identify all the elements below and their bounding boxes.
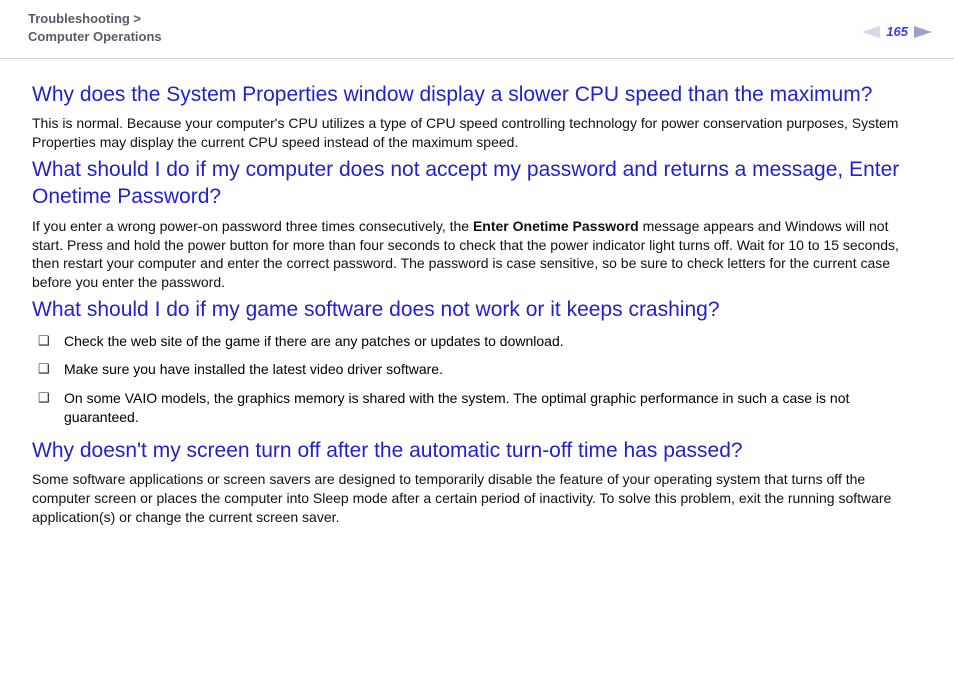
page-number: 165 [886, 24, 908, 39]
page-number-nav: 165 [862, 24, 932, 39]
faq-body-pre: If you enter a wrong power-on password t… [32, 218, 473, 234]
faq-body-bold: Enter Onetime Password [473, 218, 639, 234]
prev-page-icon[interactable] [862, 26, 880, 38]
list-item: On some VAIO models, the graphics memory… [38, 389, 922, 437]
list-item: Check the web site of the game if there … [38, 332, 922, 361]
breadcrumb: Troubleshooting > Computer Operations [28, 10, 926, 45]
faq-body-cpu-speed: This is normal. Because your computer's … [32, 114, 922, 152]
faq-body-onetime-password: If you enter a wrong power-on password t… [32, 217, 922, 293]
faq-heading-screen-off: Why doesn't my screen turn off after the… [32, 437, 922, 464]
faq-heading-onetime-password: What should I do if my computer does not… [32, 156, 922, 211]
faq-heading-game-crash: What should I do if my game software doe… [32, 296, 922, 323]
page-header: Troubleshooting > Computer Operations 16… [0, 0, 954, 58]
document-page: Troubleshooting > Computer Operations 16… [0, 0, 954, 674]
faq-bullets-game-crash: Check the web site of the game if there … [32, 332, 922, 438]
faq-body-screen-off: Some software applications or screen sav… [32, 470, 922, 527]
header-rule [0, 58, 954, 59]
breadcrumb-line2: Computer Operations [28, 29, 162, 44]
faq-heading-cpu-speed: Why does the System Properties window di… [32, 81, 922, 108]
breadcrumb-line1: Troubleshooting > [28, 11, 141, 26]
next-page-icon[interactable] [914, 26, 932, 38]
list-item: Make sure you have installed the latest … [38, 360, 922, 389]
content-area: Why does the System Properties window di… [0, 81, 954, 527]
